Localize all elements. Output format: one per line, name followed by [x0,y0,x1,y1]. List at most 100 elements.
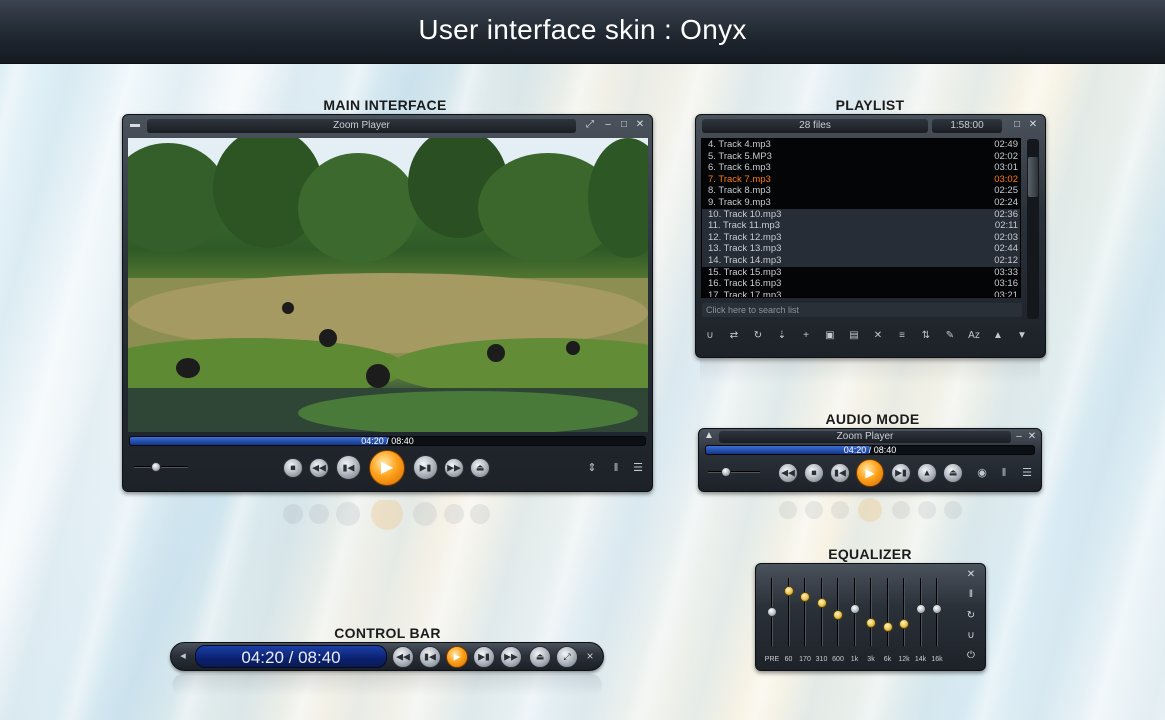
playlist-row[interactable]: 9. Track 9.mp3 02:24 [702,197,1020,209]
eq-band-track[interactable] [870,578,872,646]
audio-next-button[interactable]: ▶▮ [891,463,911,483]
track-name: 15. Track 15.mp3 [708,266,782,278]
minimize-icon[interactable]: – [1013,431,1025,443]
previous-button[interactable]: ▮◀ [336,455,361,480]
sort-icon[interactable]: ≡ [895,330,909,342]
playlist-scroll-thumb[interactable] [1028,157,1038,197]
menu-icon[interactable]: ☰ [631,462,645,474]
equalizer-icon[interactable]: ‖ [997,467,1011,479]
power-icon[interactable]: ⏻ [965,650,977,662]
eq-band-knob[interactable] [882,622,893,632]
eq-band-knob[interactable] [767,607,777,617]
add-folder-icon[interactable]: ▣ [823,330,837,342]
equalizer-icon[interactable]: ‖ [609,462,623,474]
eq-band-knob[interactable] [915,604,926,614]
audio-rewind-button[interactable]: ◀◀ [778,463,798,483]
move-down-icon[interactable]: ▼ [1015,330,1029,342]
playlist-row[interactable]: 10. Track 10.mp3 02:36 [702,208,1020,221]
up-down-icon[interactable]: ⇕ [585,462,599,474]
audio-stop-button[interactable]: ■ [804,463,824,483]
eq-band-track[interactable] [820,578,823,646]
bar-next-button[interactable]: ▶▮ [473,646,495,668]
magnet-icon[interactable]: ∪ [703,330,717,342]
eq-band-knob[interactable] [783,586,794,596]
eq-band-track[interactable] [886,578,889,646]
video-area[interactable] [128,138,648,432]
bar-open-button[interactable]: ⏏ [529,646,551,668]
add-file-icon[interactable]: + [799,330,813,342]
playlist-row[interactable]: 5. Track 5.MP3 02:02 [702,151,1020,163]
playlist-row[interactable]: 12. Track 12.mp3 02:03 [702,231,1020,244]
maximize-icon[interactable]: □ [1011,119,1023,131]
reset-icon[interactable]: ↻ [965,610,977,622]
audio-open-button[interactable]: ⏏ [943,463,963,483]
fast-forward-button[interactable]: ▶▶ [444,458,464,478]
bar-play-button[interactable]: ▶ [446,646,468,668]
broadcast-icon[interactable]: ◉ [975,467,989,479]
playlist-search[interactable]: Click here to search list [702,303,1022,317]
eq-band-knob[interactable] [833,610,843,620]
playlist-track-list[interactable]: 4. Track 4.mp3 02:49 5. Track 5.MP3 02:02 6.… [701,138,1021,298]
edit-icon[interactable]: ✎ [943,330,957,342]
eq-band-knob[interactable] [932,604,942,614]
playlist-row[interactable]: 7. Track 7.mp3 03:02 [702,174,1020,186]
magnet-icon[interactable]: ∪ [965,630,977,642]
bar-fullscreen-button[interactable]: ⤢ [556,646,578,668]
maximize-icon[interactable]: □ [618,119,630,131]
playlist-row[interactable]: 8. Track 8.mp3 02:25 [702,185,1020,197]
seek-bar[interactable]: 04:20 / 08:40 [129,436,646,446]
close-icon[interactable]: ✕ [1027,119,1039,131]
eq-band-track[interactable] [903,578,905,646]
menu-icon[interactable]: ☰ [1020,467,1034,479]
close-icon[interactable]: ✕ [1026,431,1038,443]
move-up-icon[interactable]: ▲ [991,330,1005,342]
close-icon[interactable]: ✕ [634,119,646,131]
audio-play-button[interactable]: ▶ [856,459,884,487]
play-button[interactable]: ▶ [369,450,405,486]
open-file-button[interactable]: ⏏ [470,458,490,478]
playlist-row[interactable]: 13. Track 13.mp3 02:44 [702,243,1020,255]
audio-previous-button[interactable]: ▮◀ [830,463,850,483]
menu-arrow-icon[interactable]: ▲ [703,430,715,442]
move-icon[interactable]: ⇅ [919,330,933,342]
eq-band-knob[interactable] [849,604,860,614]
minimize-menu-icon[interactable]: ▬ [129,119,141,131]
bar-close-icon[interactable]: × [584,650,596,662]
repeat-icon[interactable]: ↻ [751,330,765,342]
save-list-icon[interactable]: ▤ [847,330,861,342]
eq-band-knob[interactable] [866,617,876,628]
playlist-row[interactable]: 4. Track 4.mp3 02:49 [702,139,1020,151]
fullscreen-icon[interactable]: ⤢ [584,119,596,131]
volume-arrow-icon[interactable]: ◂ [176,650,190,662]
bar-rewind-button[interactable]: ◀◀ [392,646,414,668]
minimize-icon[interactable]: – [602,119,614,131]
playlist-row[interactable]: 6. Track 6.mp3 03:01 [702,162,1020,174]
audio-seek-bar[interactable]: 04:20 / 08:40 [705,445,1035,455]
eq-band-track[interactable] [804,578,806,646]
playlist-row[interactable]: 15. Track 15.mp3 03:33 [702,267,1020,279]
next-button[interactable]: ▶▮ [413,455,438,480]
playlist-scrollbar[interactable] [1027,139,1039,319]
playlist-row[interactable]: 17. Track 17.mp3 03:21 [702,290,1020,297]
bar-previous-button[interactable]: ▮◀ [419,646,441,668]
shuffle-icon[interactable]: ⇄ [727,330,741,342]
volume-knob[interactable] [150,462,161,472]
stop-button[interactable]: ■ [283,458,303,478]
audio-volume-slider[interactable] [708,471,760,473]
volume-slider[interactable] [134,466,188,468]
eq-band-knob[interactable] [816,598,827,608]
remove-icon[interactable]: ✕ [871,330,885,342]
bar-fast-forward-button[interactable]: ▶▶ [500,646,522,668]
az-sort-icon[interactable]: Az [967,330,981,342]
playlist-row[interactable]: 16. Track 16.mp3 03:16 [702,278,1020,290]
audio-fast-forward-button[interactable]: ▲ [917,463,937,483]
playlist-row[interactable]: 11. Track 11.mp3 02:11 [702,220,1020,232]
rewind-button[interactable]: ◀◀ [309,458,329,478]
skip-forward-icon: ▶▮ [478,651,490,662]
eq-band-knob[interactable] [899,619,909,629]
eq-band-knob[interactable] [800,592,810,602]
equalizer-settings-icon[interactable]: ‖ [965,589,977,601]
playlist-row[interactable]: 14. Track 14.mp3 02:12 [702,254,1020,267]
download-icon[interactable]: ⇣ [775,330,789,342]
close-icon[interactable]: ✕ [965,569,977,581]
